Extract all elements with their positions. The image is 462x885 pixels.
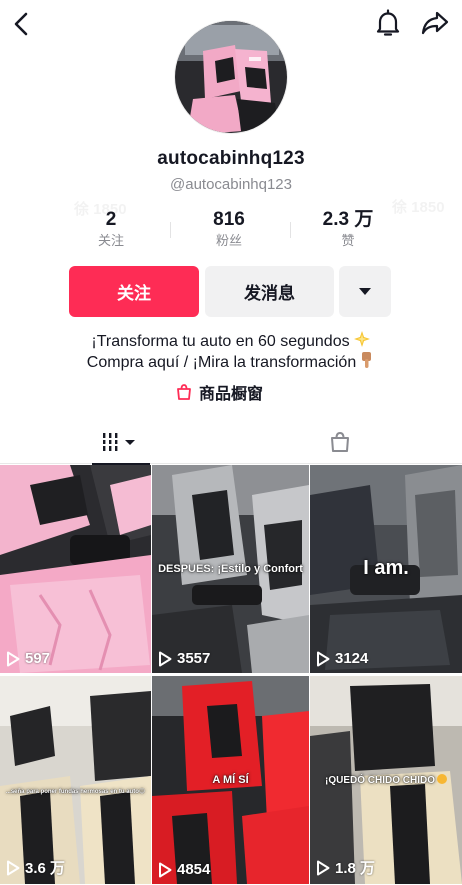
video-caption: DESPUES: ¡Estilo y Confort <box>158 563 303 575</box>
video-thumbnail[interactable]: A MÍ SÍ 4854 <box>152 676 309 884</box>
view-count-text: 3557 <box>177 650 211 667</box>
play-icon <box>7 860 20 875</box>
following-count: 2 <box>105 209 117 230</box>
grid-icon <box>101 433 135 451</box>
tab-shop[interactable] <box>312 420 368 464</box>
back-icon[interactable] <box>6 8 38 40</box>
shop-window-label: 商品橱窗 <box>199 386 264 403</box>
message-button[interactable]: 发消息 <box>205 266 334 317</box>
share-icon[interactable] <box>419 7 451 39</box>
likes-stat[interactable]: 2.3 万 赞 <box>306 208 390 250</box>
profile-stats: 2 关注 816 粉丝 2.3 万 赞 <box>0 208 462 254</box>
bell-icon[interactable] <box>372 7 404 39</box>
followers-count: 816 <box>213 209 245 230</box>
video-thumbnail[interactable]: DESPUES: ¡Estilo y Confort 3557 <box>152 465 309 673</box>
video-thumbnail[interactable]: 597 <box>0 465 151 673</box>
shopping-bag-icon <box>177 384 191 400</box>
video-thumbnail[interactable]: I am. 3124 <box>310 465 462 673</box>
view-count-text: 597 <box>25 650 51 667</box>
following-label: 关注 <box>97 233 124 248</box>
more-options-button[interactable] <box>339 266 391 317</box>
followers-label: 粉丝 <box>215 233 242 248</box>
bio-text: ¡Transforma tu auto en 60 segundos <box>91 333 350 350</box>
following-stat[interactable]: 2 关注 <box>78 208 144 250</box>
follow-button[interactable]: 关注 <box>69 266 199 317</box>
view-count: 4854 <box>158 861 210 878</box>
view-count: 597 <box>6 650 50 667</box>
play-icon <box>317 651 330 666</box>
likes-label: 赞 <box>341 233 355 248</box>
view-count-text: 3124 <box>335 650 369 667</box>
view-count-text: 3.6 万 <box>25 860 66 877</box>
play-icon <box>159 651 172 666</box>
view-count: 1.8 万 <box>316 857 375 878</box>
view-count: 3124 <box>316 650 368 667</box>
likes-count: 2.3 万 <box>322 209 374 230</box>
caret-down-icon <box>359 288 371 295</box>
video-caption: I am. <box>363 557 409 579</box>
username: autocabinhq123 <box>157 148 305 169</box>
shop-window-link[interactable]: 商品橱窗 <box>175 380 263 404</box>
video-caption: ...seña para poner fundas hermosas en tu… <box>5 789 146 795</box>
play-icon <box>7 651 20 666</box>
video-caption: ¡QUEDÓ CHIDO CHIDO <box>310 774 462 786</box>
divider <box>170 222 171 238</box>
view-count-text: 4854 <box>177 861 211 878</box>
view-count: 3557 <box>158 650 210 667</box>
view-count: 3.6 万 <box>6 857 65 878</box>
video-thumbnail-image <box>0 465 151 673</box>
user-handle: @autocabinhq123 <box>170 176 292 193</box>
video-thumbnail[interactable]: ¡QUEDÓ CHIDO CHIDO 1.8 万 <box>310 676 462 884</box>
smiling-face-icon <box>437 774 447 784</box>
pointing-down-hand-icon <box>359 351 375 376</box>
bio-text: Compra aquí / ¡Mira la transformación <box>86 354 357 371</box>
tab-videos[interactable] <box>92 420 150 465</box>
followers-stat[interactable]: 816 粉丝 <box>196 208 262 250</box>
video-caption: A MÍ SÍ <box>212 774 249 786</box>
video-thumbnail[interactable]: ...seña para poner fundas hermosas en tu… <box>0 676 151 884</box>
shop-tab-icon <box>331 431 349 452</box>
content-tabs <box>0 420 462 465</box>
video-caption-text: ¡QUEDÓ CHIDO CHIDO <box>325 775 435 786</box>
bio-line: Compra aquí / ¡Mira la transformación <box>0 351 462 376</box>
video-grid: 597 DESPUES: ¡Estilo y Confort 3557 I am… <box>0 465 462 885</box>
avatar[interactable] <box>174 20 288 134</box>
play-icon <box>159 862 172 877</box>
video-thumbnail-image <box>0 676 151 884</box>
view-count-text: 1.8 万 <box>335 860 376 877</box>
play-icon <box>317 860 330 875</box>
divider <box>290 222 291 238</box>
